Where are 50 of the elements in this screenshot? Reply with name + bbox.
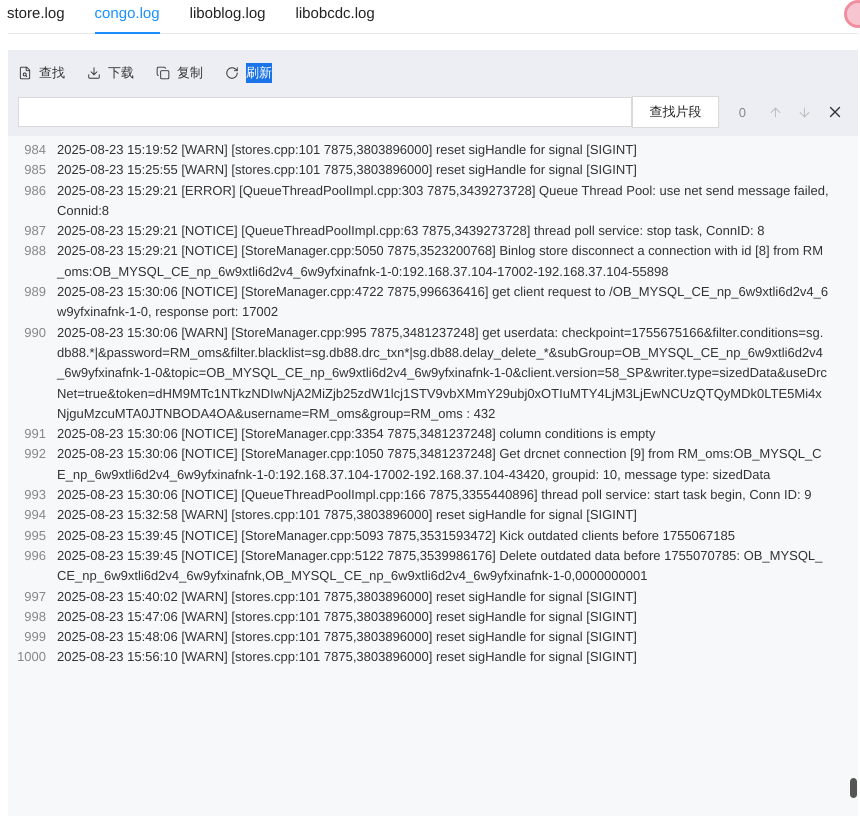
log-tab[interactable]: liboblog.log — [190, 0, 266, 34]
log-line: 2025-08-23 15:48:06 [WARN] [stores.cpp:101 7875,3803896000] reset sigHandle for signal [SIGINT] — [57, 628, 638, 646]
log-tab[interactable]: libobcdc.log — [296, 0, 375, 34]
log-line: 2025-08-23 15:19:52 [WARN] [stores.cpp:101 7875,3803896000] reset sigHandle for signal [SIGINT] — [57, 141, 638, 159]
match-count: 0 — [738, 104, 746, 120]
log-line: 2025-08-23 15:30:06 [NOTICE] [QueueThreadPoolImpl.cpp:166 7875,3355440896] thread poll service: start task begin, Conn ID: 9 — [57, 486, 812, 504]
log-line: 2025-08-23 15:29:21 [NOTICE] [StoreManager.cpp:5050 7875,3523200768] Binlog store disconnect a connection with id [8] from RM_oms:OB_MYSQL_CE_np_6w9xtli6d2v4_6w9yfxinafnk-1-0:192.168.37.104-17002-192.168.37.104-55898 — [57, 242, 824, 281]
search-field[interactable] — [18, 97, 632, 127]
log-line: 2025-08-23 15:56:10 [WARN] [stores.cpp:101 7875,3803896000] reset sigHandle for signal [SIGINT] — [57, 648, 638, 666]
log-line: 2025-08-23 15:29:21 [NOTICE] [QueueThreadPoolImpl.cpp:63 7875,3439273728] thread poll service: stop task, ConnID: 8 — [57, 222, 766, 240]
scrollbar-thumb[interactable] — [850, 778, 856, 798]
log-line: 2025-08-23 15:30:06 [NOTICE] [StoreManager.cpp:4722 7875,996636416] get client request to /OB_MYSQL_CE_np_6w9xtli6d2v4_6w9yfxinafnk-1-0, response port: 17002 — [57, 283, 830, 322]
line-number: 993 — [23, 486, 46, 504]
line-number: 997 — [23, 588, 46, 606]
log-tab[interactable]: store.log — [7, 0, 65, 34]
download-icon — [87, 66, 101, 80]
download-button[interactable]: 下载 — [87, 63, 134, 83]
line-number: 985 — [23, 161, 46, 180]
log-line: 2025-08-23 15:30:06 [WARN] [StoreManager.cpp:995 7875,3481237248] get userdata: checkpoint=1755675166&filter.conditions=sg.db88.*|&password=RM_oms&filter.blacklist=sg.db88.drc_txn*|sg.db88.delay_delete_*&subGroup=OB_MYSQL_CE_np_6w9xtli6d2v4_6w9yfxinafnk-1-0&topic=OB_MYSQL_CE_np_6w9xtli6d2v4_6w9yfxinafnk-1-0&client.version=58_SP&writer.type=sizedData&useDrcNet=true&token=dHM9MTc1NTkzNDIwNjA2MiZjb25zdW1lcj1STV9vbXMmY29ubj0xOTIuMTY4LjM3LjEwNCUzQTQyMDk0LTE5Mi4xNjguMzcuMTA0JTNBODA4OA&username=RM_oms&group=RM_oms : 432 — [57, 324, 828, 423]
log-line: 2025-08-23 15:25:55 [WARN] [stores.cpp:101 7875,3803896000] reset sigHandle for signal [SIGINT] — [57, 161, 638, 180]
log-line: 2025-08-23 15:39:45 [NOTICE] [StoreManager.cpp:5122 7875,3539986176] Delete outdated data before 1755070785: OB_MYSQL_CE_np_6w9xtli6d2v4_6w9yfxinafnk,OB_MYSQL_CE_np_6w9xtli6d2v4_6w9yfxinafnk-1-0,0000000001 — [57, 546, 824, 586]
line-number: 998 — [23, 608, 46, 626]
refresh-icon — [225, 66, 239, 80]
next-match-button[interactable] — [797, 104, 812, 120]
copy-icon — [156, 66, 170, 80]
line-number: 988 — [23, 242, 46, 260]
line-number: 991 — [23, 425, 46, 444]
line-number: 996 — [23, 546, 46, 565]
log-line: 2025-08-23 15:40:02 [WARN] [stores.cpp:101 7875,3803896000] reset sigHandle for signal [SIGINT] — [57, 588, 638, 606]
find-button[interactable]: 查找 — [18, 63, 65, 83]
log-line: 2025-08-23 15:30:06 [NOTICE] [StoreManager.cpp:1050 7875,3481237248] Get drcnet connection [9] from RM_oms:OB_MYSQL_CE_np_6w9xtli6d2v4_6w9yfxinafnk-1-0:192.168.37.104-17002-192.168.37.104-43420, groupid: 10, message type: sizedData — [57, 445, 823, 484]
line-number: 992 — [23, 445, 46, 464]
log-line: 2025-08-23 15:39:45 [NOTICE] [StoreManager.cpp:5093 7875,3531593472] Kick outdated clients before 1755067185 — [57, 526, 736, 545]
line-number: 999 — [23, 628, 46, 646]
log-line: 2025-08-23 15:47:06 [WARN] [stores.cpp:101 7875,3803896000] reset sigHandle for signal [SIGINT] — [57, 608, 638, 626]
line-number: 987 — [23, 222, 46, 240]
line-number: 990 — [23, 324, 46, 342]
log-line: 2025-08-23 15:30:06 [NOTICE] [StoreManager.cpp:3354 7875,3481237248] column conditions is empty — [57, 425, 656, 444]
line-number: 989 — [23, 283, 46, 302]
find-snippet-button[interactable]: 查找片段 — [632, 96, 719, 128]
search-icon — [18, 66, 32, 80]
log-line: 2025-08-23 15:29:21 [ERROR] [QueueThreadPoolImpl.cpp:303 7875,3439273728] Queue Thread Pool: use net send message failed, Connid:8 — [57, 182, 830, 220]
line-number: 995 — [23, 526, 46, 545]
line-number: 984 — [23, 141, 46, 159]
line-number: 1000 — [16, 648, 46, 666]
copy-button[interactable]: 复制 — [156, 63, 203, 83]
line-number: 986 — [23, 182, 46, 200]
log-line: 2025-08-23 15:32:58 [WARN] [stores.cpp:101 7875,3803896000] reset sigHandle for signal [SIGINT] — [57, 506, 638, 524]
line-number: 994 — [23, 506, 46, 524]
previous-match-button[interactable] — [768, 104, 783, 120]
